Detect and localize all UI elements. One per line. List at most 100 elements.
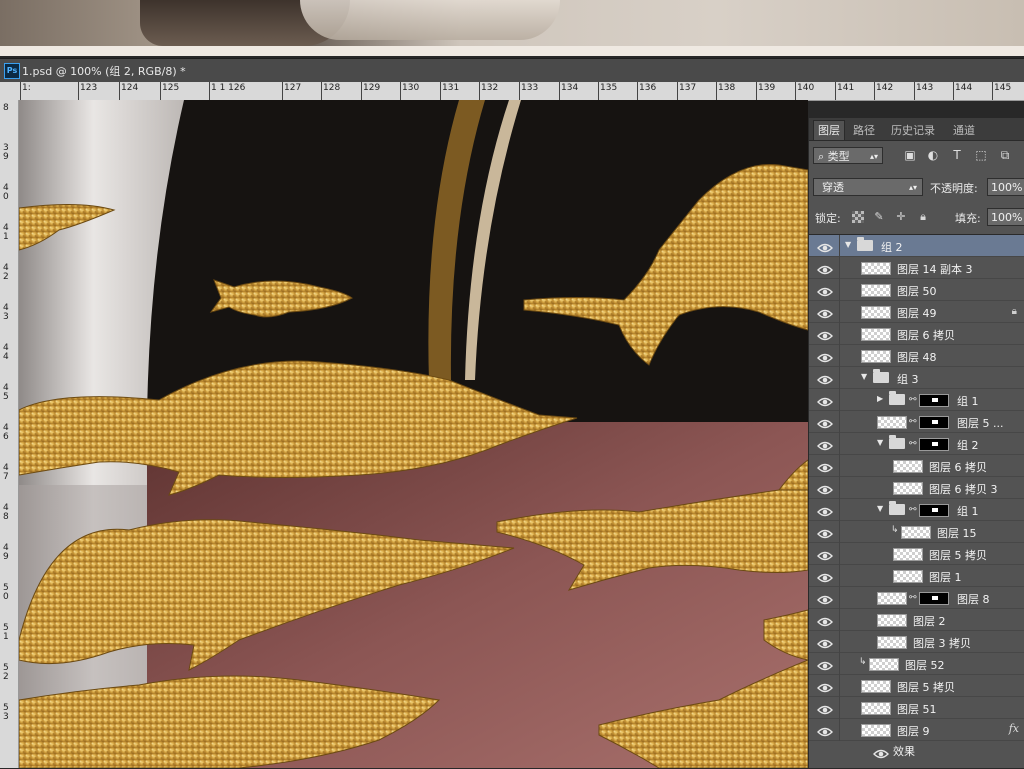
layer-name[interactable]: 图层 15 — [937, 525, 977, 541]
mask-link-icon[interactable]: ⚯ — [909, 592, 917, 604]
visibility-eye-icon[interactable] — [817, 481, 833, 495]
visibility-eye-icon[interactable] — [817, 371, 833, 385]
visibility-eye-icon[interactable] — [817, 327, 833, 341]
layer-row[interactable]: 图层 6 拷贝 3 — [809, 477, 1024, 499]
layer-row[interactable]: 图层 3 拷贝 — [809, 631, 1024, 653]
visibility-eye-icon[interactable] — [817, 701, 833, 715]
type-filter-icon[interactable]: T — [950, 148, 964, 162]
layer-row[interactable]: 图层 14 副本 3 — [809, 257, 1024, 279]
visibility-eye-icon[interactable] — [817, 525, 833, 539]
layer-row[interactable]: 图层 6 拷贝 — [809, 323, 1024, 345]
collapse-triangle-icon[interactable]: ▼ — [845, 240, 853, 250]
layer-name[interactable]: 图层 49 — [897, 305, 937, 321]
layer-row[interactable]: ⚯ 图层 5 ... — [809, 411, 1024, 433]
mask-link-icon[interactable]: ⚯ — [909, 504, 917, 516]
mask-link-icon[interactable]: ⚯ — [909, 416, 917, 428]
layer-name[interactable]: 图层 9 — [897, 723, 930, 739]
layer-group-row[interactable]: ▶ ⚯ 组 1 — [809, 389, 1024, 411]
visibility-eye-icon[interactable] — [817, 459, 833, 473]
layer-name[interactable]: 组 1 — [957, 393, 979, 409]
visibility-eye-icon[interactable] — [817, 613, 833, 627]
layer-row[interactable]: ⚯ 图层 8 — [809, 587, 1024, 609]
layer-mask-thumbnail[interactable] — [919, 592, 949, 605]
layer-name[interactable]: 图层 14 副本 3 — [897, 261, 973, 277]
blend-mode-dropdown[interactable]: 穿透 ▴▾ — [813, 178, 923, 196]
layer-name[interactable]: 图层 6 拷贝 — [929, 459, 987, 475]
collapse-triangle-icon[interactable]: ▼ — [877, 438, 885, 448]
layer-group-row[interactable]: ▼ 组 2 — [809, 235, 1024, 257]
layer-row[interactable]: 图层 49 🔒︎ — [809, 301, 1024, 323]
visibility-eye-icon[interactable] — [817, 239, 833, 253]
layer-name[interactable]: 图层 52 — [905, 657, 945, 673]
layer-name[interactable]: 图层 51 — [897, 701, 937, 717]
layer-name[interactable]: 图层 48 — [897, 349, 937, 365]
visibility-eye-icon[interactable] — [817, 679, 833, 693]
visibility-eye-icon[interactable] — [817, 657, 833, 671]
visibility-eye-icon[interactable] — [817, 261, 833, 275]
opacity-input[interactable]: 100% — [987, 178, 1024, 196]
visibility-eye-icon[interactable] — [817, 635, 833, 649]
layer-row[interactable]: 图层 5 拷贝 — [809, 543, 1024, 565]
effects-row[interactable]: 效果 — [809, 741, 1024, 761]
shape-filter-icon[interactable]: ⬚ — [974, 148, 988, 162]
layer-mask-thumbnail[interactable] — [919, 416, 949, 429]
document-canvas[interactable] — [19, 100, 808, 768]
layer-row[interactable]: 图层 2 — [809, 609, 1024, 631]
visibility-eye-icon[interactable] — [817, 569, 833, 583]
tab-layers[interactable]: 图层 — [813, 120, 845, 140]
layer-mask-thumbnail[interactable] — [919, 504, 949, 517]
collapse-triangle-icon[interactable]: ▼ — [861, 372, 869, 382]
lock-all-icon[interactable]: 🔒︎ — [917, 211, 929, 223]
layer-row[interactable]: 图层 6 拷贝 — [809, 455, 1024, 477]
layer-group-row[interactable]: ▼ ⚯ 组 2 — [809, 433, 1024, 455]
layer-effects-icon[interactable]: fx — [1009, 722, 1019, 735]
tab-paths[interactable]: 路径 — [849, 121, 879, 139]
layer-name[interactable]: 组 2 — [881, 239, 903, 255]
collapse-triangle-icon[interactable]: ▼ — [877, 504, 885, 514]
layer-name[interactable]: 图层 1 — [929, 569, 962, 585]
layer-name[interactable]: 图层 5 拷贝 — [897, 679, 955, 695]
lock-brush-icon[interactable]: ✎ — [873, 211, 885, 223]
layer-name[interactable]: 图层 8 — [957, 591, 990, 607]
adjustment-filter-icon[interactable]: ◐ — [926, 148, 940, 162]
layer-row[interactable]: 图层 50 — [809, 279, 1024, 301]
layer-row[interactable]: 图层 9 fx — [809, 719, 1024, 741]
layer-name[interactable]: 组 1 — [957, 503, 979, 519]
layer-row[interactable]: ↳ 图层 52 — [809, 653, 1024, 675]
effects-visibility-eye-icon[interactable] — [873, 745, 889, 759]
layer-name[interactable]: 图层 3 拷贝 — [913, 635, 971, 651]
tab-channels[interactable]: 通道 — [949, 121, 979, 139]
horizontal-ruler[interactable]: 1: 123 124 125 1 1 126 127 128 129 130 131 132 133 1… — [20, 82, 1024, 101]
expand-triangle-icon[interactable]: ▶ — [877, 394, 885, 404]
layer-name[interactable]: 图层 50 — [897, 283, 937, 299]
layer-name[interactable]: 图层 5 拷贝 — [929, 547, 987, 563]
visibility-eye-icon[interactable] — [817, 305, 833, 319]
visibility-eye-icon[interactable] — [817, 415, 833, 429]
layer-name[interactable]: 图层 5 ... — [957, 415, 1003, 431]
visibility-eye-icon[interactable] — [817, 591, 833, 605]
lock-transparent-icon[interactable] — [852, 211, 864, 223]
layer-row[interactable]: 图层 48 — [809, 345, 1024, 367]
layer-name[interactable]: 组 2 — [957, 437, 979, 453]
visibility-eye-icon[interactable] — [817, 437, 833, 451]
visibility-eye-icon[interactable] — [817, 349, 833, 363]
pixel-filter-icon[interactable]: ▣ — [903, 148, 917, 162]
layer-name[interactable]: 图层 6 拷贝 — [897, 327, 955, 343]
document-tab[interactable]: 1.psd @ 100% (组 2, RGB/8) * — [22, 63, 186, 79]
layer-group-row[interactable]: ▼ ⚯ 组 1 — [809, 499, 1024, 521]
layer-row[interactable]: ↳ 图层 15 — [809, 521, 1024, 543]
tab-history[interactable]: 历史记录 — [887, 121, 939, 139]
visibility-eye-icon[interactable] — [817, 283, 833, 297]
mask-link-icon[interactable]: ⚯ — [909, 394, 917, 406]
vertical-ruler[interactable]: 8 39 40 41 42 43 44 45 46 47 48 49 50 51 52 53 — [0, 100, 19, 768]
lock-move-icon[interactable]: ✛ — [895, 211, 907, 223]
layer-name[interactable]: 组 3 — [897, 371, 919, 387]
layer-row[interactable]: 图层 1 — [809, 565, 1024, 587]
layer-row[interactable]: 图层 51 — [809, 697, 1024, 719]
layer-list[interactable]: ▼ 组 2 图层 14 副本 3 图层 50 图层 49 🔒︎ 图层 6 拷贝 图层 48 ▼ 组… — [809, 234, 1024, 769]
visibility-eye-icon[interactable] — [817, 723, 833, 737]
layer-row[interactable]: 图层 5 拷贝 — [809, 675, 1024, 697]
layer-mask-thumbnail[interactable] — [919, 394, 949, 407]
layer-filter-dropdown[interactable]: ⌕ 类型 ▴▾ — [813, 147, 883, 164]
smart-object-filter-icon[interactable]: ⧉ — [998, 148, 1012, 162]
